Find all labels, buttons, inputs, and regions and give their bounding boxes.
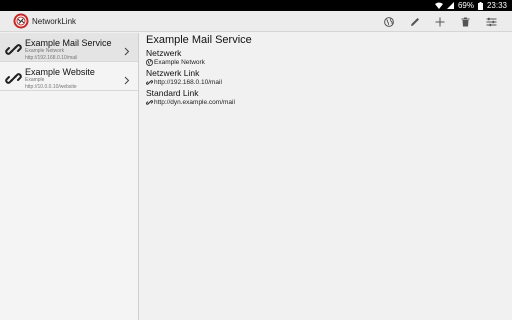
list-item-text: Example Website Example http://10.0.0.10…	[25, 67, 95, 91]
link-icon	[146, 99, 153, 106]
status-bar: 69% 23:33	[0, 0, 512, 11]
list-item-url: http://10.0.0.10/website	[25, 84, 77, 90]
app-logo-icon	[13, 13, 29, 29]
app-title: NetworkLink	[32, 16, 77, 26]
pencil-icon[interactable]	[402, 11, 428, 32]
toolbar-actions	[377, 11, 505, 32]
list-item-network: Example Network	[25, 48, 65, 54]
network-value: Example Network	[154, 59, 205, 66]
network-link-value[interactable]: http://192.168.0.10/mail	[154, 78, 222, 87]
network-value-row: Example Network	[146, 58, 506, 67]
link-icon	[146, 79, 153, 86]
action-bar: NetworkLink	[0, 11, 512, 32]
link-icon	[5, 70, 22, 87]
list-item-title: Example Mail Service	[25, 38, 112, 48]
standard-link-label: Standard Link	[146, 88, 199, 98]
chevron-right-icon	[124, 72, 130, 85]
battery-percent: 69%	[457, 1, 474, 10]
link-list: Example Mail Service Example Network htt…	[0, 33, 139, 320]
link-icon	[5, 41, 22, 58]
globe-icon	[146, 59, 153, 66]
network-label: Netzwerk	[146, 48, 182, 58]
list-item-text: Example Mail Service Example Network htt…	[25, 38, 112, 62]
chevron-right-icon	[124, 43, 130, 56]
network-link-row: http://192.168.0.10/mail	[146, 78, 506, 87]
list-item-network: Example	[25, 77, 45, 83]
sliders-icon[interactable]	[479, 11, 505, 32]
list-item-example-website[interactable]: Example Website Example http://10.0.0.10…	[0, 62, 138, 91]
clock: 23:33	[486, 1, 507, 10]
globe-icon[interactable]	[377, 11, 403, 32]
trash-icon[interactable]	[453, 11, 479, 32]
signal-icon	[446, 2, 454, 9]
wifi-icon	[434, 2, 443, 9]
standard-link-value[interactable]: http://dyn.example.com/mail	[154, 98, 235, 107]
detail-title: Example Mail Service	[146, 34, 252, 46]
network-link-label: Netzwerk Link	[146, 68, 200, 78]
detail-pane: Example Mail Service Netzwerk Example Ne…	[146, 33, 506, 107]
list-item-url: http://192.168.0.10/mail	[25, 55, 78, 61]
standard-link-row: http://dyn.example.com/mail	[146, 98, 506, 107]
plus-icon[interactable]	[428, 11, 454, 32]
list-item-title: Example Website	[25, 67, 95, 77]
list-item-example-mail-service[interactable]: Example Mail Service Example Network htt…	[0, 33, 138, 62]
battery-icon	[477, 1, 483, 10]
